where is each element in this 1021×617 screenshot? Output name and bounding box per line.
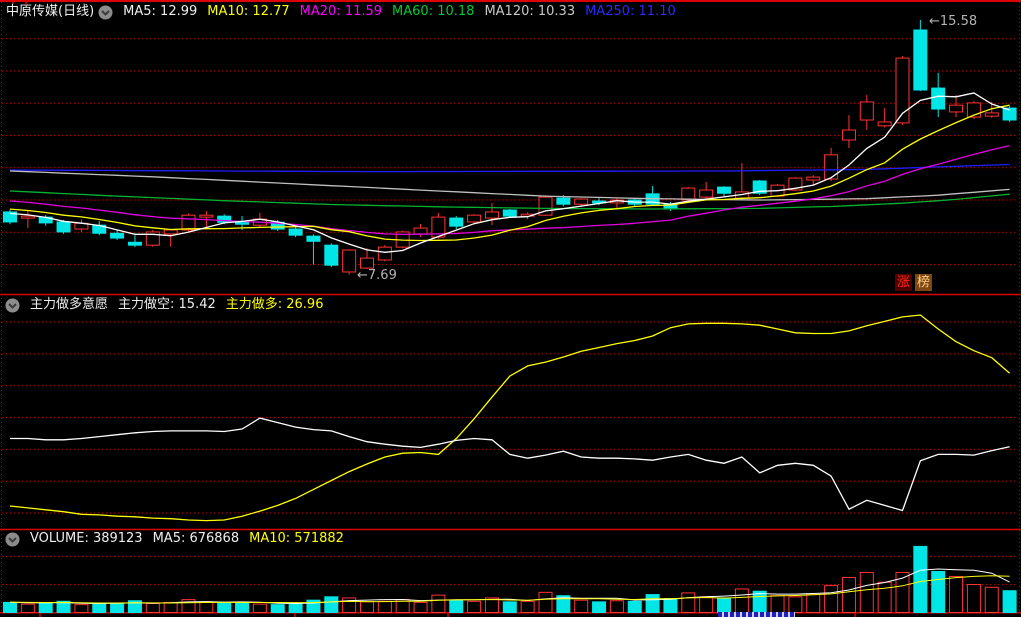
page-title: 中原传媒(日线) bbox=[6, 4, 95, 19]
lowest-price-label: ←7.69 bbox=[357, 268, 397, 283]
indicator-panel-header: 主力做多意愿 主力做空: 15.42 主力做多: 26.96 bbox=[3, 297, 333, 313]
indicator-title: 主力做多意愿 bbox=[30, 297, 109, 312]
volume-panel-header: VOLUME: 389123 MA5: 676868 MA10: 571882 bbox=[3, 531, 354, 547]
ma60-value: MA60: 10.18 bbox=[392, 4, 475, 19]
volume-panel bbox=[2, 545, 1018, 614]
volume-value: VOLUME: 389123 bbox=[30, 531, 143, 546]
bang-badge-button[interactable]: 榜 bbox=[915, 274, 932, 291]
zhuli-kong-value: 主力做空: 15.42 bbox=[118, 297, 216, 312]
price-panel-header: 中原传媒(日线) MA5: 12.99 MA10: 12.77 MA20: 11… bbox=[6, 4, 686, 20]
chevron-down-icon[interactable] bbox=[5, 298, 20, 313]
chevron-down-icon[interactable] bbox=[98, 5, 113, 20]
date-strip bbox=[718, 612, 795, 617]
indicator-panel bbox=[2, 314, 1018, 522]
highest-price-label: ←15.58 bbox=[929, 14, 978, 29]
price-panel bbox=[2, 20, 1018, 275]
ma250-value: MA250: 11.10 bbox=[585, 4, 676, 19]
zhuli-duo-value: 主力做多: 26.96 bbox=[225, 297, 324, 312]
zhang-badge-button[interactable]: 涨 bbox=[895, 274, 912, 291]
ma10-value: MA10: 12.77 bbox=[207, 4, 290, 19]
stock-chart-app: 中原传媒(日线) MA5: 12.99 MA10: 12.77 MA20: 11… bbox=[0, 0, 1021, 617]
ma20-value: MA20: 11.59 bbox=[299, 4, 383, 19]
volume-ma5-value: MA5: 676868 bbox=[152, 531, 240, 546]
volume-ma10-value: MA10: 571882 bbox=[249, 531, 344, 546]
ma5-value: MA5: 12.99 bbox=[123, 4, 198, 19]
chevron-down-icon[interactable] bbox=[5, 532, 20, 547]
ma120-value: MA120: 10.33 bbox=[484, 4, 576, 19]
